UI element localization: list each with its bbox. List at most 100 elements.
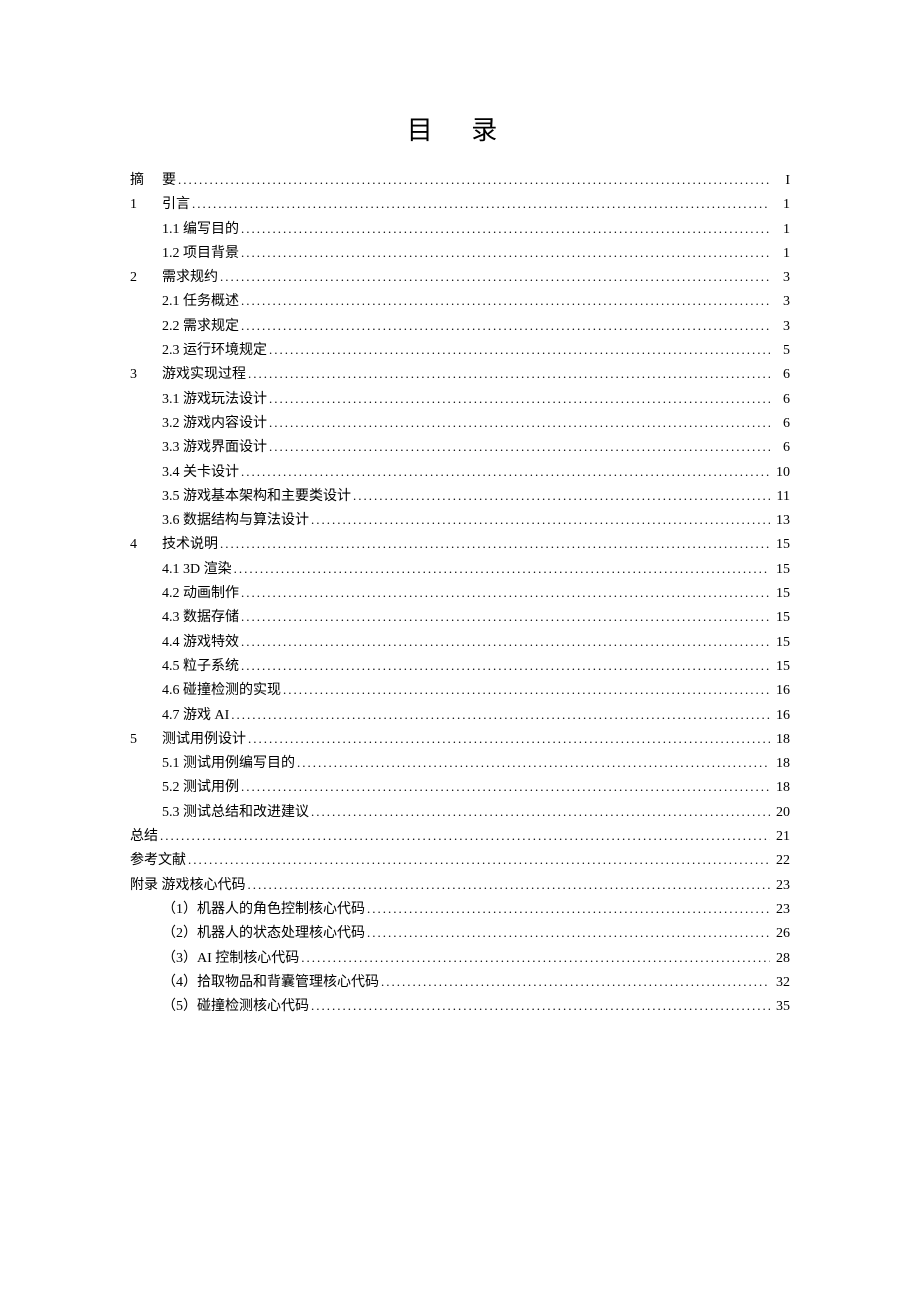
- toc-entry[interactable]: 4.2 动画制作 15: [130, 586, 790, 601]
- toc-page-number: 15: [772, 538, 790, 552]
- toc-dot-leader: [269, 416, 770, 429]
- toc-dot-leader: [311, 999, 770, 1012]
- toc-label: （3）AI 控制核心代码: [162, 952, 299, 966]
- toc-entry[interactable]: 3.4 关卡设计10: [130, 465, 790, 480]
- toc-label: 3.1 游戏玩法设计: [162, 393, 267, 407]
- toc-page-number: 6: [772, 393, 790, 407]
- toc-dot-leader: [283, 683, 770, 696]
- toc-entry[interactable]: 1.1 编写目的1: [130, 222, 790, 237]
- toc-entry[interactable]: 4.3 数据存储15: [130, 610, 790, 625]
- toc-entry[interactable]: 5测试用例设计 18: [130, 732, 790, 747]
- toc-dot-leader: [353, 489, 770, 502]
- toc-entry[interactable]: 3.6 数据结构与算法设计 13: [130, 513, 790, 528]
- toc-entry[interactable]: （4）拾取物品和背囊管理核心代码32: [130, 975, 790, 990]
- toc-page-number: 18: [772, 757, 790, 771]
- toc-entry[interactable]: 3.2 游戏内容设计6: [130, 416, 790, 431]
- toc-page-number: 1: [772, 198, 790, 212]
- toc-dot-leader: [311, 805, 770, 818]
- toc-label: 技术说明: [162, 538, 218, 552]
- toc-label: 测试用例设计: [162, 733, 246, 747]
- toc-label: 游戏实现过程: [162, 368, 246, 382]
- toc-label: 5.1 测试用例编写目的: [162, 757, 295, 771]
- toc-entry[interactable]: （2）机器人的状态处理核心代码26: [130, 926, 790, 941]
- toc-label: 4.7 游戏 AI: [162, 709, 229, 723]
- toc-entry[interactable]: 2需求规约3: [130, 270, 790, 285]
- toc-page-number: 18: [772, 733, 790, 747]
- toc-page-number: 15: [772, 636, 790, 650]
- toc-dot-leader: [241, 780, 770, 793]
- toc-label: 4.2 动画制作: [162, 587, 239, 601]
- toc-dot-leader: [241, 659, 770, 672]
- toc-entry[interactable]: 4技术说明15: [130, 537, 790, 552]
- toc-entry[interactable]: 4.4 游戏特效 15: [130, 635, 790, 650]
- toc-page-number: 3: [772, 295, 790, 309]
- toc-page-number: 15: [772, 587, 790, 601]
- toc-entry[interactable]: 附录 游戏核心代码 23: [130, 878, 790, 893]
- toc-label: 要: [162, 174, 176, 188]
- toc-page-number: 18: [772, 781, 790, 795]
- toc-dot-leader: [248, 878, 771, 891]
- toc-entry[interactable]: 1引言1: [130, 197, 790, 212]
- toc-entry[interactable]: 参考文献22: [130, 853, 790, 868]
- toc-dot-leader: [241, 246, 770, 259]
- toc-label: 1.1 编写目的: [162, 223, 239, 237]
- toc-entry[interactable]: （1）机器人的角色控制核心代码 23: [130, 902, 790, 917]
- toc-page-number: 6: [772, 441, 790, 455]
- toc-dot-leader: [269, 343, 770, 356]
- toc-page-number: 13: [772, 514, 790, 528]
- toc-label: 引言: [162, 198, 190, 212]
- toc-page-number: 15: [772, 660, 790, 674]
- toc-page-number: I: [772, 174, 790, 188]
- toc-entry[interactable]: 5.1 测试用例编写目的 18: [130, 756, 790, 771]
- toc-number: 3: [130, 368, 162, 382]
- toc-dot-leader: [248, 367, 770, 380]
- toc-entry[interactable]: 4.6 碰撞检测的实现16: [130, 683, 790, 698]
- toc-dot-leader: [220, 270, 770, 283]
- toc-page-number: 15: [772, 563, 790, 577]
- toc-entry[interactable]: （5）碰撞检测核心代码 35: [130, 999, 790, 1014]
- toc-page-number: 16: [772, 709, 790, 723]
- toc-entry[interactable]: 1.2 项目背景1: [130, 246, 790, 261]
- toc-number: 2: [130, 271, 162, 285]
- toc-label: （2）机器人的状态处理核心代码: [162, 927, 365, 941]
- toc-entry[interactable]: 3游戏实现过程 6: [130, 367, 790, 382]
- toc-entry[interactable]: 5.3 测试总结和改进建议20: [130, 805, 790, 820]
- toc-dot-leader: [241, 465, 770, 478]
- toc-number: 5: [130, 733, 162, 747]
- toc-entry[interactable]: 4.7 游戏 AI 16: [130, 708, 790, 723]
- toc-label: 4.1 3D 渲染: [162, 563, 232, 577]
- toc-entry[interactable]: 摘要I: [130, 173, 790, 188]
- toc-entry[interactable]: 3.3 游戏界面设计6: [130, 440, 790, 455]
- toc-entry[interactable]: （3）AI 控制核心代码28: [130, 951, 790, 966]
- toc-dot-leader: [241, 319, 770, 332]
- toc-dot-leader: [188, 853, 770, 866]
- toc-label: 参考文献: [130, 854, 186, 868]
- toc-label: 3.6 数据结构与算法设计: [162, 514, 309, 528]
- toc-label: 2.3 运行环境规定: [162, 344, 267, 358]
- toc-label: 附录 游戏核心代码: [130, 879, 246, 893]
- toc-page-number: 6: [772, 368, 790, 382]
- toc-entry[interactable]: 4.5 粒子系统15: [130, 659, 790, 674]
- toc-entry[interactable]: 2.3 运行环境规定5: [130, 343, 790, 358]
- toc-dot-leader: [192, 197, 770, 210]
- toc-dot-leader: [234, 562, 770, 575]
- toc-label: （5）碰撞检测核心代码: [162, 1000, 309, 1014]
- toc-page-number: 23: [772, 903, 790, 917]
- toc-entry[interactable]: 3.1 游戏玩法设计 6: [130, 392, 790, 407]
- toc-dot-leader: [160, 829, 770, 842]
- toc-entry[interactable]: 总结21: [130, 829, 790, 844]
- toc-label: 4.4 游戏特效: [162, 636, 239, 650]
- toc-entry[interactable]: 3.5 游戏基本架构和主要类设计11: [130, 489, 790, 504]
- toc-label: 2.1 任务概述: [162, 295, 239, 309]
- toc-dot-leader: [220, 537, 770, 550]
- toc-entry[interactable]: 4.1 3D 渲染 15: [130, 562, 790, 577]
- toc-label: 3.5 游戏基本架构和主要类设计: [162, 490, 351, 504]
- toc-label: （1）机器人的角色控制核心代码: [162, 903, 365, 917]
- toc-dot-leader: [241, 586, 770, 599]
- toc-entry[interactable]: 5.2 测试用例18: [130, 780, 790, 795]
- toc-page-number: 35: [772, 1000, 790, 1014]
- toc-page-number: 23: [772, 879, 790, 893]
- toc-entry[interactable]: 2.2 需求规定3: [130, 319, 790, 334]
- toc-entry[interactable]: 2.1 任务概述 3: [130, 294, 790, 309]
- toc-dot-leader: [301, 951, 770, 964]
